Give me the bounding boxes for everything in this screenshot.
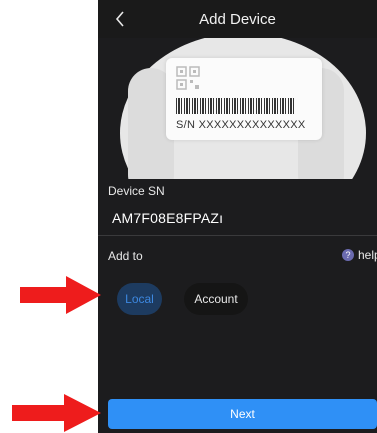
add-to-local-option[interactable]: Local (117, 283, 162, 315)
top-bar: Add Device (98, 0, 377, 38)
next-button[interactable]: Next (108, 399, 377, 429)
page-title: Add Device (199, 11, 276, 28)
serial-label-sticker: S/N XXXXXXXXXXXXXX (166, 58, 322, 140)
divider (98, 235, 377, 236)
device-sn-value[interactable]: AM7F08E8FPAZı (112, 210, 223, 226)
red-arrow-right-icon (12, 394, 101, 432)
question-circle-icon: ? (342, 249, 354, 261)
red-arrow-right-icon (20, 276, 101, 314)
device-illustration: S/N XXXXXXXXXXXXXX (98, 38, 377, 179)
qr-code-icon (176, 66, 200, 90)
device-sn-label: Device SN (108, 184, 165, 198)
app-screen: Add Device S/N XXXXXXXXXXXXXX Device SN … (98, 0, 377, 433)
add-to-account-option[interactable]: Account (184, 283, 248, 315)
help-text: help (358, 248, 377, 262)
add-to-label: Add to (108, 249, 143, 263)
sticker-serial-text: S/N XXXXXXXXXXXXXX (176, 119, 306, 131)
barcode-image (176, 98, 296, 114)
help-link[interactable]: ? help (342, 248, 377, 262)
